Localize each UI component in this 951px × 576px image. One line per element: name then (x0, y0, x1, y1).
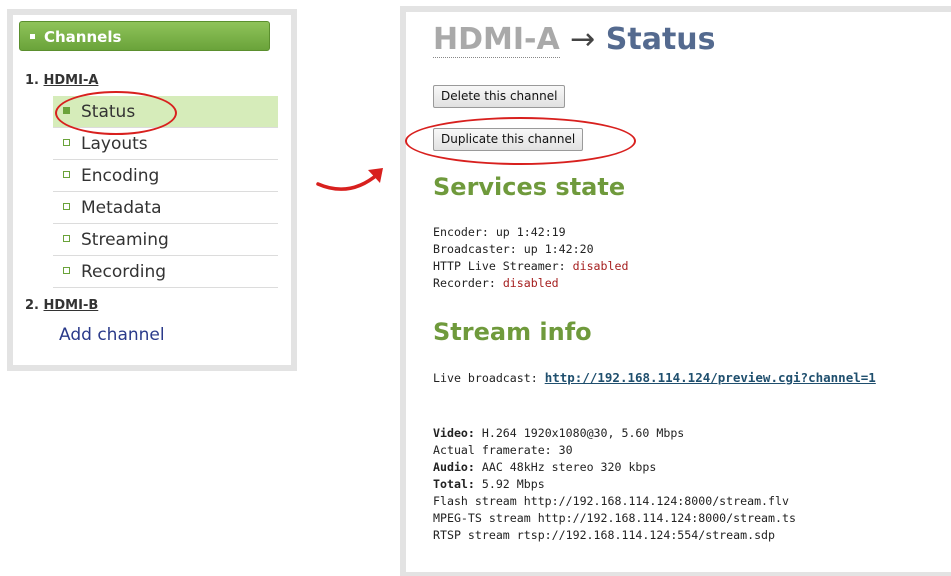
bullet-icon (63, 139, 70, 146)
sidebar-item-label: Metadata (81, 198, 162, 218)
framerate-line: Actual framerate: 30 (433, 443, 573, 457)
sidebar-item-metadata[interactable]: Metadata (53, 192, 278, 224)
sidebar-item-label: Encoding (81, 166, 160, 186)
service-line-encoder: Encoder: up 1:42:19 (433, 224, 628, 241)
bullet-icon (63, 171, 70, 178)
service-value: up 1:42:20 (523, 242, 594, 256)
total-value: 5.92 Mbps (474, 477, 545, 491)
page-title-section: Status (605, 22, 716, 57)
service-value: disabled (502, 276, 559, 290)
live-broadcast-line: Live broadcast: http://192.168.114.124/p… (433, 369, 876, 387)
service-line-broadcaster: Broadcaster: up 1:42:20 (433, 241, 628, 258)
page-title-arrow: → (570, 22, 596, 57)
mpegts-stream-line: MPEG-TS stream http://192.168.114.124:80… (433, 511, 796, 525)
channels-header[interactable]: Channels (19, 21, 270, 51)
live-broadcast-label: Live broadcast: (433, 371, 545, 385)
service-label: Encoder: (433, 225, 496, 239)
bullet-icon (63, 203, 70, 210)
sidebar-item-label: Layouts (81, 134, 148, 154)
sidebar-item-label: Recording (81, 262, 167, 282)
bullet-icon (30, 33, 35, 39)
sidebar-item-recording[interactable]: Recording (53, 256, 278, 288)
highlight-ellipse-duplicate (405, 117, 636, 165)
service-label: Broadcaster: (433, 242, 524, 256)
add-channel-link[interactable]: Add channel (59, 325, 165, 345)
services-state-block: Encoder: up 1:42:19 Broadcaster: up 1:42… (433, 224, 628, 292)
rtsp-stream-line: RTSP stream rtsp://192.168.114.124:554/s… (433, 528, 776, 542)
service-line-http-live-streamer: HTTP Live Streamer: disabled (433, 258, 628, 275)
stream-details-block: Video: H.264 1920x1080@30, 5.60 Mbps Act… (433, 425, 796, 544)
stream-info-heading: Stream info (433, 318, 592, 346)
sidebar-item-encoding[interactable]: Encoding (53, 160, 278, 192)
bullet-icon (63, 267, 70, 274)
live-broadcast-link[interactable]: http://192.168.114.124/preview.cgi?chann… (545, 370, 876, 385)
service-label: HTTP Live Streamer: (433, 259, 573, 273)
service-value: disabled (572, 259, 629, 273)
total-line: Total: 5.92 Mbps (433, 476, 796, 493)
services-state-heading: Services state (433, 173, 626, 201)
service-label: Recorder: (433, 276, 503, 290)
page-title: HDMI-A → Status (433, 22, 716, 58)
service-value: up 1:42:19 (495, 225, 566, 239)
channel-hdmi-b: 2. HDMI-B (25, 298, 98, 313)
sidebar-item-streaming[interactable]: Streaming (53, 224, 278, 256)
audio-value: AAC 48kHz stereo 320 kbps (474, 460, 657, 474)
channel-link-hdmi-b[interactable]: HDMI-B (44, 298, 99, 313)
flash-stream-line: Flash stream http://192.168.114.124:8000… (433, 494, 789, 508)
bullet-icon (63, 235, 70, 242)
video-value: H.264 1920x1080@30, 5.60 Mbps (474, 426, 685, 440)
video-line: Video: H.264 1920x1080@30, 5.60 Mbps (433, 425, 796, 442)
channel-hdmi-a: 1. HDMI-A (25, 73, 98, 88)
service-line-recorder: Recorder: disabled (433, 275, 628, 292)
sidebar-item-label: Streaming (81, 230, 169, 250)
curved-arrow-icon (316, 168, 383, 191)
channels-header-label: Channels (44, 28, 122, 46)
channel-number: 2. (25, 298, 39, 313)
delete-channel-button[interactable]: Delete this channel (433, 85, 566, 108)
page-title-channel: HDMI-A (433, 22, 560, 58)
channel-link-hdmi-a[interactable]: HDMI-A (44, 73, 99, 88)
total-label: Total: (433, 477, 475, 491)
channel-number: 1. (25, 73, 39, 88)
audio-line: Audio: AAC 48kHz stereo 320 kbps (433, 459, 796, 476)
sidebar-item-layouts[interactable]: Layouts (53, 128, 278, 160)
audio-label: Audio: (433, 460, 475, 474)
highlight-ellipse-status (55, 91, 177, 135)
video-label: Video: (433, 426, 475, 440)
